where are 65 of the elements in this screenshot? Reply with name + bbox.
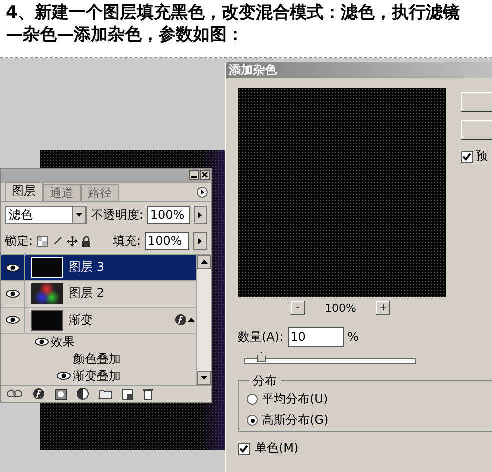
eye-icon[interactable]	[6, 316, 20, 324]
cancel-button[interactable]	[461, 120, 492, 140]
eye-icon[interactable]	[6, 264, 20, 272]
eye-icon[interactable]	[35, 338, 49, 346]
percent-unit: %	[348, 330, 360, 344]
layer-thumbnail	[31, 283, 63, 304]
panel-tab[interactable]: 图层	[5, 182, 43, 201]
link-icon[interactable]	[7, 390, 23, 398]
fill-label: 填充:	[112, 232, 141, 250]
layer-name: 图层 2	[69, 285, 106, 302]
preview-checkbox[interactable]: 预	[461, 148, 492, 165]
minimize-icon[interactable]	[189, 170, 199, 180]
radio-option[interactable]: 平均分布(U)	[247, 391, 492, 408]
half-circle-icon[interactable]	[77, 388, 89, 400]
layer-row[interactable]: 渐变	[1, 308, 196, 334]
radio-option[interactable]: 高斯分布(G)	[247, 412, 492, 429]
group-title: 分布	[249, 373, 281, 390]
brush-icon[interactable]	[52, 236, 64, 246]
folder-icon[interactable]	[99, 389, 112, 399]
lock-label: 锁定:	[5, 232, 34, 250]
new-layer-icon[interactable]	[122, 388, 133, 400]
layer-row[interactable]: 图层 3	[1, 255, 196, 282]
effects-label: 效果	[51, 334, 75, 351]
trash-icon[interactable]	[143, 388, 153, 400]
checkmark-icon	[239, 444, 249, 454]
effect-name: 渐变叠加	[73, 368, 121, 385]
expand-arrow-icon	[187, 316, 196, 325]
layer-thumbnail	[31, 257, 63, 278]
layer-name: 图层 3	[69, 259, 106, 276]
fill-arrow-button[interactable]	[193, 232, 207, 250]
zoom-out-button[interactable]: -	[291, 301, 305, 315]
monochromatic-checkbox[interactable]: 单色(M)	[238, 440, 459, 457]
zoom-level: 100%	[325, 302, 356, 314]
mask-icon[interactable]	[55, 388, 67, 400]
dropdown-arrow-icon	[74, 211, 84, 219]
amount-slider[interactable]	[244, 352, 416, 364]
arrow-right-icon	[196, 236, 204, 246]
layer-row[interactable]: 图层 2	[1, 281, 196, 308]
opacity-field[interactable]: 100%	[147, 206, 190, 224]
zoom-in-button[interactable]: +	[376, 301, 390, 315]
slider-thumb[interactable]	[257, 352, 266, 362]
move-icon[interactable]	[67, 236, 78, 246]
amount-label: 数量(A):	[238, 328, 284, 346]
lock-icon[interactable]	[82, 236, 92, 246]
opacity-label: 不透明度:	[91, 206, 144, 224]
layer-name: 渐变	[69, 312, 94, 329]
effect-name: 颜色叠加	[73, 350, 121, 368]
ok-button[interactable]	[461, 92, 492, 112]
fill-field[interactable]: 100%	[145, 232, 189, 250]
instruction-text: 4、新建一个图层填充黑色，改变混合模式：滤色，执行滤镜—杂色—添加杂色，参数如图：	[6, 2, 461, 46]
layer-thumbnail	[31, 310, 63, 331]
scrollbar[interactable]	[196, 255, 211, 385]
blend-mode-dropdown[interactable]: 滤色	[5, 206, 88, 224]
eye-icon[interactable]	[6, 290, 20, 298]
close-icon[interactable]	[200, 170, 210, 180]
checkmark-icon	[462, 152, 472, 162]
eye-icon[interactable]	[57, 372, 71, 380]
scroll-down-icon[interactable]	[200, 374, 208, 382]
dialog-title: 添加杂色	[226, 62, 492, 78]
scroll-up-icon[interactable]	[200, 258, 208, 266]
lock-transparency-icon[interactable]	[37, 236, 48, 246]
fx-icon[interactable]	[33, 388, 45, 400]
opacity-arrow-button[interactable]	[194, 206, 207, 224]
amount-field[interactable]: 10	[288, 327, 344, 347]
fx-icon	[175, 314, 187, 326]
